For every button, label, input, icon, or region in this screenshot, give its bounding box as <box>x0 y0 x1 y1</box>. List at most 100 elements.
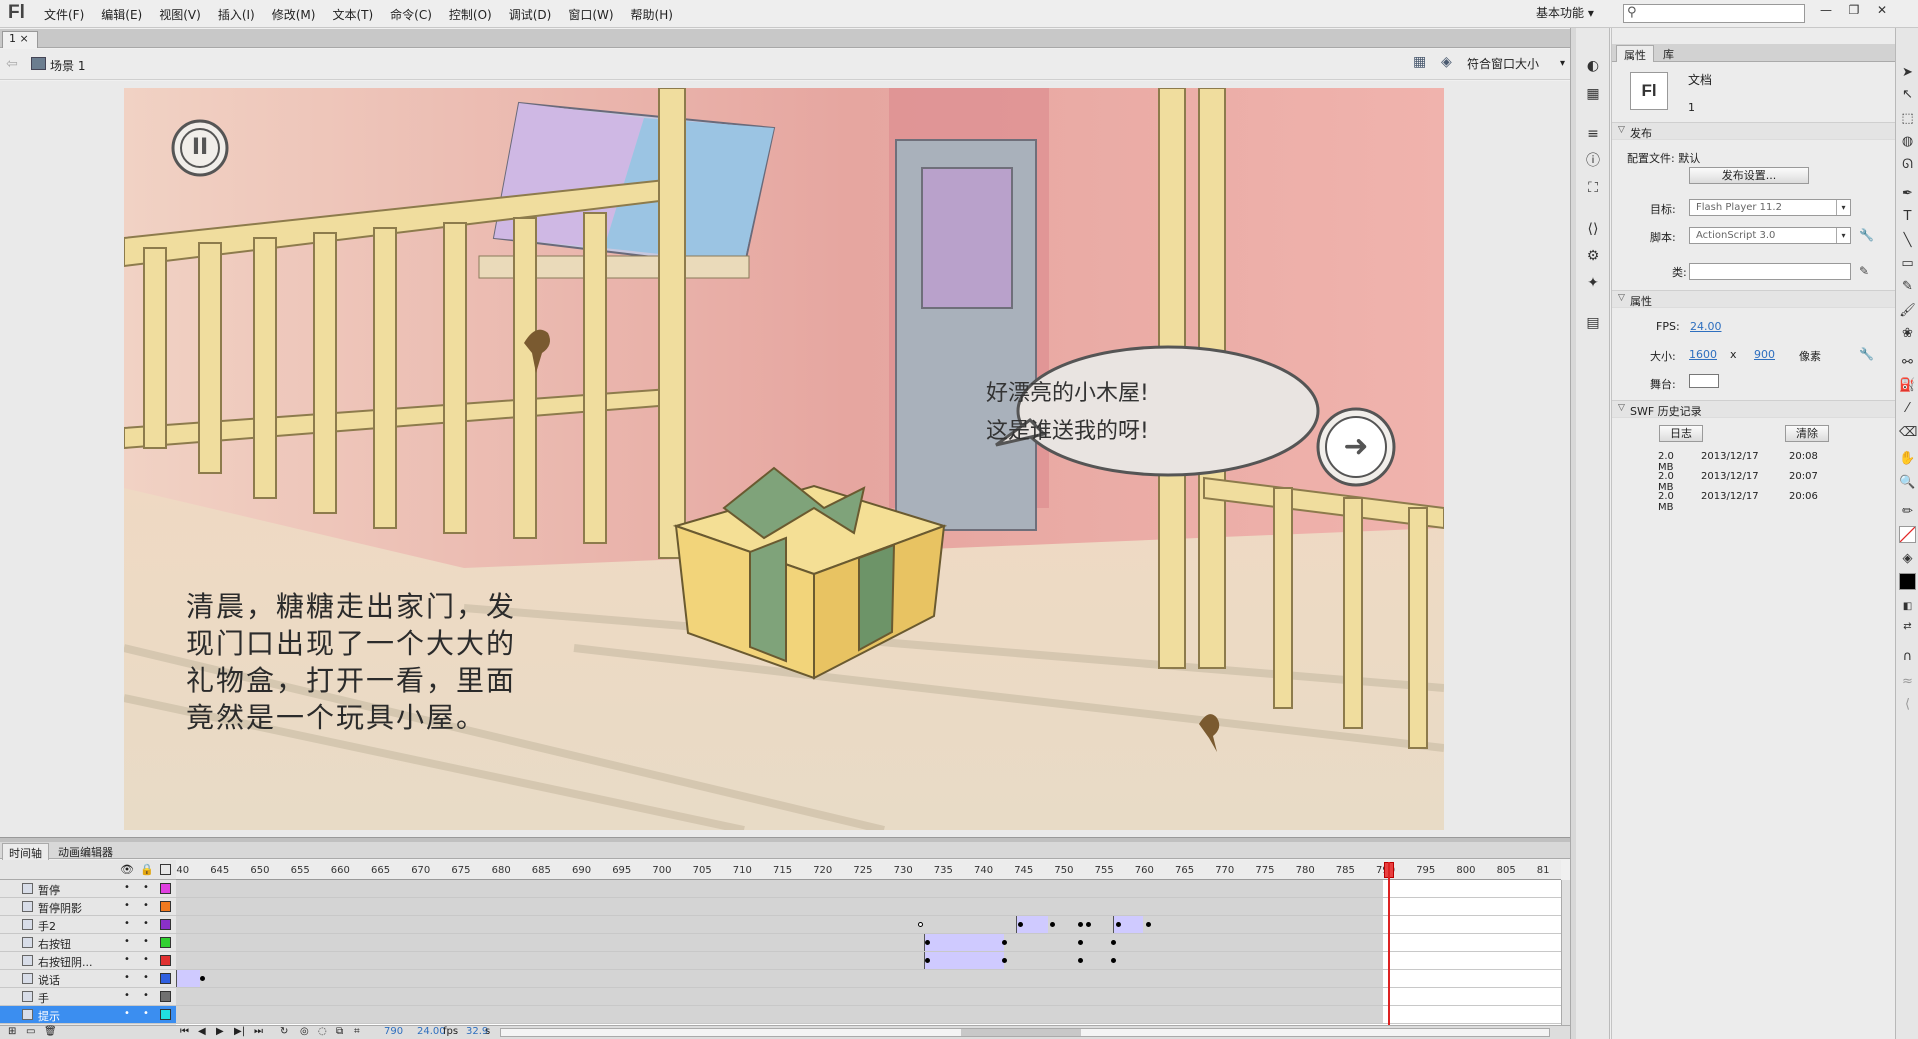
snap-to-objects-icon[interactable]: ∩ <box>1899 648 1916 665</box>
outline-all-layers-icon[interactable] <box>160 864 171 875</box>
stage-color-swatch[interactable] <box>1689 374 1719 388</box>
fill-color-icon[interactable]: ◈ <box>1899 550 1916 567</box>
keyframe[interactable] <box>1078 922 1083 927</box>
bone-tool-icon[interactable]: ⚯ <box>1899 354 1916 371</box>
show-all-layers-eye-icon[interactable]: 👁 <box>120 863 134 876</box>
keyframe[interactable] <box>1146 922 1151 927</box>
fill-swatch[interactable] <box>1899 573 1916 590</box>
keyframe[interactable] <box>925 940 930 945</box>
brush-tool-icon[interactable]: 🖌 <box>1899 302 1916 319</box>
stroke-color-icon[interactable]: ✏ <box>1899 503 1916 520</box>
layer-lock-toggle[interactable]: • <box>143 990 149 1001</box>
keyframe[interactable] <box>918 922 923 927</box>
layer-lock-toggle[interactable]: • <box>143 972 149 983</box>
zoom-tool-icon[interactable]: 🔍 <box>1899 474 1916 491</box>
menu-window[interactable]: 窗口(W) <box>568 6 613 23</box>
stage-canvas[interactable]: II ➜ 好漂亮的小木屋! 这是谁送我的呀! 清晨，糖糖走出家门，发 现门口出现… <box>124 88 1444 830</box>
layer-row[interactable]: 手 • • <box>0 988 176 1006</box>
pencil-tool-icon[interactable]: ✎ <box>1899 278 1916 295</box>
new-layer-icon[interactable]: ⊞ <box>8 1026 16 1037</box>
back-arrow-icon[interactable]: ⇦ <box>6 56 18 72</box>
layer-row[interactable]: 右按钮阴... • • <box>0 952 176 970</box>
motion-tween-span[interactable] <box>176 970 200 987</box>
3d-rotation-tool-icon[interactable]: ◍ <box>1899 133 1916 150</box>
layer-outline-color[interactable] <box>160 973 171 984</box>
edit-symbol-icon[interactable]: ◈ <box>1441 54 1459 72</box>
frame-row[interactable] <box>176 952 1561 970</box>
layer-outline-color[interactable] <box>160 955 171 966</box>
go-first-frame-icon[interactable]: ⏮ <box>180 1026 189 1037</box>
components-icon[interactable]: ⚙ <box>1582 245 1604 267</box>
layer-lock-toggle[interactable]: • <box>143 936 149 947</box>
free-transform-tool-icon[interactable]: ⬚ <box>1899 110 1916 127</box>
paint-bucket-tool-icon[interactable]: ⛽ <box>1899 377 1916 394</box>
properties-section-header[interactable]: ▽ 属性 <box>1612 290 1896 308</box>
movie-explorer-icon[interactable]: ▤ <box>1582 312 1604 334</box>
timeline-vertical-scrollbar[interactable] <box>1561 880 1570 1025</box>
keyframe[interactable] <box>1086 922 1091 927</box>
onion-skin-icon[interactable]: ◎ <box>300 1026 309 1037</box>
straighten-icon[interactable]: ⟨ <box>1899 696 1916 713</box>
keyframe[interactable] <box>1111 958 1116 963</box>
motion-tween-span[interactable] <box>924 952 1004 969</box>
onion-outline-icon[interactable]: ◌ <box>318 1026 327 1037</box>
keyframe[interactable] <box>1111 940 1116 945</box>
onion-markers-icon[interactable]: ⌗ <box>354 1026 360 1037</box>
menu-debug[interactable]: 调试(D) <box>509 6 552 23</box>
edit-scene-icon[interactable]: ▦ <box>1413 54 1431 72</box>
layer-lock-toggle[interactable]: • <box>143 1008 149 1019</box>
delete-layer-icon[interactable]: 🗑 <box>44 1026 57 1037</box>
code-snippets-icon[interactable]: ⟨⟩ <box>1582 218 1604 240</box>
info-panel-icon[interactable]: ⓘ <box>1582 150 1604 172</box>
swf-history-section-header[interactable]: ▽ SWF 历史记录 <box>1612 400 1896 418</box>
smooth-icon[interactable]: ≈ <box>1899 673 1916 690</box>
target-select[interactable]: Flash Player 11.2 ▾ <box>1689 199 1851 216</box>
publish-section-header[interactable]: ▽ 发布 <box>1612 122 1896 140</box>
layer-visibility-toggle[interactable]: • <box>124 972 130 983</box>
subselection-tool-icon[interactable]: ↖ <box>1899 86 1916 103</box>
pen-tool-icon[interactable]: ✒ <box>1899 185 1916 202</box>
keyframe[interactable] <box>1018 922 1023 927</box>
eyedropper-tool-icon[interactable]: ⁄ <box>1899 400 1916 417</box>
align-panel-icon[interactable]: ≡ <box>1582 123 1604 145</box>
fps-value[interactable]: 24.00 <box>1690 320 1722 333</box>
layer-lock-toggle[interactable]: • <box>143 954 149 965</box>
frame-row[interactable] <box>176 988 1561 1006</box>
keyframe[interactable] <box>1078 940 1083 945</box>
new-folder-icon[interactable]: ▭ <box>26 1026 35 1037</box>
class-input[interactable] <box>1689 263 1851 280</box>
layer-outline-color[interactable] <box>160 937 171 948</box>
keyframe[interactable] <box>925 958 930 963</box>
layer-visibility-toggle[interactable]: • <box>124 936 130 947</box>
motion-tween-span[interactable] <box>924 934 1004 951</box>
keyframe[interactable] <box>1002 958 1007 963</box>
layer-visibility-toggle[interactable]: • <box>124 1008 130 1019</box>
layer-outline-color[interactable] <box>160 901 171 912</box>
frame-row[interactable] <box>176 970 1561 988</box>
layer-row[interactable]: 暂停阴影 • • <box>0 898 176 916</box>
menu-control[interactable]: 控制(O) <box>449 6 492 23</box>
edit-multiple-frames-icon[interactable]: ⧉ <box>336 1026 343 1037</box>
menu-help[interactable]: 帮助(H) <box>631 6 673 23</box>
edit-class-pencil-icon[interactable]: ✎ <box>1859 264 1869 278</box>
layer-outline-color[interactable] <box>160 883 171 894</box>
log-button[interactable]: 日志 <box>1659 425 1703 442</box>
text-tool-icon[interactable]: T <box>1899 208 1916 225</box>
go-last-frame-icon[interactable]: ⏭ <box>254 1026 263 1037</box>
close-button[interactable]: ✕ <box>1871 3 1893 21</box>
frame-grid[interactable] <box>176 880 1561 1025</box>
publish-settings-button[interactable]: 发布设置... <box>1689 167 1809 184</box>
layer-lock-toggle[interactable]: • <box>143 882 149 893</box>
script-settings-wrench-icon[interactable]: 🔧 <box>1859 228 1874 242</box>
zoom-select[interactable]: 符合窗口大小 ▾ <box>1467 55 1567 74</box>
restore-button[interactable]: ❐ <box>1843 3 1865 21</box>
keyframe[interactable] <box>1078 958 1083 963</box>
current-frame[interactable]: 790 <box>384 1026 403 1037</box>
menu-commands[interactable]: 命令(C) <box>390 6 432 23</box>
lasso-tool-icon[interactable]: ᘏ <box>1899 156 1916 173</box>
document-tab[interactable]: 1 × <box>2 31 38 48</box>
tab-library[interactable]: 库 <box>1656 45 1681 62</box>
layer-lock-toggle[interactable]: • <box>143 900 149 911</box>
keyframe[interactable] <box>1116 922 1121 927</box>
tab-properties[interactable]: 属性 <box>1616 45 1654 62</box>
